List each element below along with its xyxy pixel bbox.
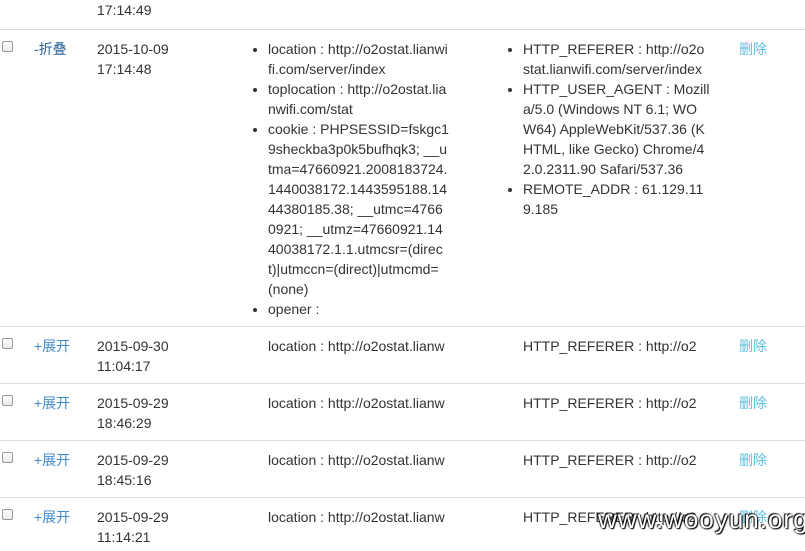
list-item: cookie : PHPSESSID=fskgc19sheckba3p0k5bu… <box>268 119 450 299</box>
row-checkbox[interactable] <box>2 395 13 406</box>
list-item: location : http://o2ostat.lianw <box>268 450 450 470</box>
time-text: 17:14:48 <box>97 61 152 77</box>
list-item: REMOTE_ADDR : 61.129.119.185 <box>523 179 710 219</box>
list-item: HTTP_REFERER : http://o2 <box>523 450 705 470</box>
list-item: location : http://o2ostat.lianw <box>268 336 450 356</box>
list-item: toplocation : http://o2ostat.lianwifi.co… <box>268 79 450 119</box>
time-text: 18:45:16 <box>97 472 152 488</box>
location-cookie-cell: location : http://o2ostat.lianwifi.com/s… <box>250 39 450 319</box>
delete-link[interactable]: 删除 <box>739 393 767 413</box>
time-text: 18:46:29 <box>97 415 152 431</box>
datetime-cell: 2015-10-09 17:14:48 <box>97 39 207 79</box>
time-cell: 17:14:49 <box>97 0 207 20</box>
list-item: HTTP_REFERER : http://o2 <box>523 336 705 356</box>
date-text: 2015-09-29 <box>97 509 169 525</box>
datetime-cell: 2015-09-29 18:45:16 <box>97 450 207 490</box>
location-cookie-cell: location : http://o2ostat.lianw <box>250 393 450 413</box>
expand-toggle[interactable]: +展开 <box>34 507 70 527</box>
row-checkbox[interactable] <box>2 452 13 463</box>
row-checkbox[interactable] <box>2 509 13 520</box>
table-row-expanded: -折叠 2015-10-09 17:14:48 location : http:… <box>0 29 805 327</box>
list-item: location : http://o2ostat.lianw <box>268 393 450 413</box>
date-text: 2015-09-29 <box>97 395 169 411</box>
datetime-cell: 2015-09-29 18:46:29 <box>97 393 207 433</box>
delete-link[interactable]: 删除 <box>739 39 767 59</box>
row-checkbox[interactable] <box>2 338 13 349</box>
time-text: 11:14:21 <box>97 529 151 545</box>
date-text: 2015-10-09 <box>97 41 169 57</box>
request-headers-cell: HTTP_REFERER : http://o2 <box>505 393 710 413</box>
table-row: +展开 2015-09-29 18:46:29 location : http:… <box>0 383 805 441</box>
list-item: HTTP_REFERER : http://o2 <box>523 393 705 413</box>
delete-link[interactable]: 删除 <box>739 336 767 356</box>
time-text: 17:14:49 <box>97 2 152 18</box>
location-cookie-cell: location : http://o2ostat.lianw <box>250 336 450 356</box>
table-row-partial: 17:14:49 <box>0 0 805 29</box>
request-headers-cell: HTTP_REFERER : http://o2ostat.lianwifi.c… <box>505 39 710 219</box>
table-row: +展开 2015-09-30 11:04:17 location : http:… <box>0 326 805 384</box>
location-cookie-cell: location : http://o2ostat.lianw <box>250 507 450 527</box>
expand-toggle[interactable]: +展开 <box>34 393 70 413</box>
time-text: 11:04:17 <box>97 358 151 374</box>
watermark: www.wooyun.org <box>598 504 805 534</box>
location-cookie-cell: location : http://o2ostat.lianw <box>250 450 450 470</box>
date-text: 2015-09-29 <box>97 452 169 468</box>
list-item: opener : <box>268 299 450 319</box>
datetime-cell: 2015-09-29 11:14:21 <box>97 507 207 547</box>
date-text: 2015-09-30 <box>97 338 169 354</box>
list-item: HTTP_REFERER : http://o2ostat.lianwifi.c… <box>523 39 710 79</box>
expand-toggle[interactable]: +展开 <box>34 450 70 470</box>
request-headers-cell: HTTP_REFERER : http://o2 <box>505 450 710 470</box>
list-item: location : http://o2ostat.lianwifi.com/s… <box>268 39 450 79</box>
expand-toggle[interactable]: +展开 <box>34 336 70 356</box>
datetime-cell: 2015-09-30 11:04:17 <box>97 336 207 376</box>
table-row: +展开 2015-09-29 18:45:16 location : http:… <box>0 440 805 498</box>
request-headers-cell: HTTP_REFERER : http://o2 <box>505 336 710 356</box>
delete-link[interactable]: 删除 <box>739 450 767 470</box>
collapse-toggle[interactable]: -折叠 <box>34 39 67 59</box>
list-item: location : http://o2ostat.lianw <box>268 507 450 527</box>
list-item: HTTP_USER_AGENT : Mozilla/5.0 (Windows N… <box>523 79 710 179</box>
row-checkbox[interactable] <box>2 41 13 52</box>
